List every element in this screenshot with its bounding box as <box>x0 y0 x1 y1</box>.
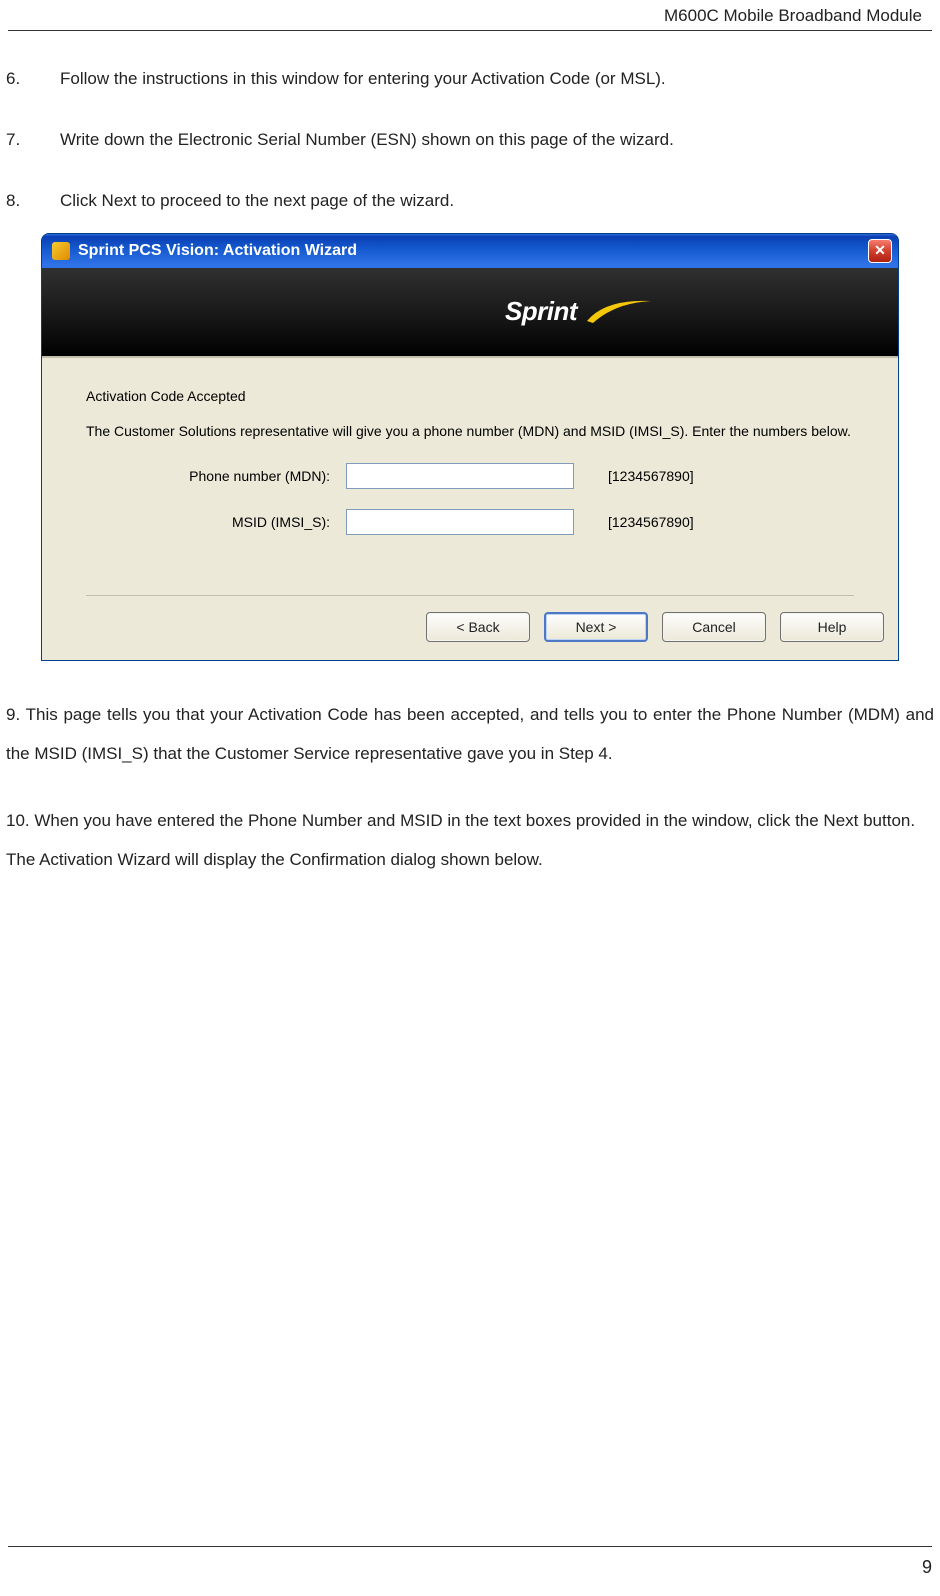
step-6: 6. Follow the instructions in this windo… <box>6 65 934 92</box>
step-text: Click Next to proceed to the next page o… <box>60 187 934 214</box>
step-number: 6. <box>6 65 60 92</box>
dialog-title: Sprint PCS Vision: Activation Wizard <box>78 242 357 260</box>
step-7: 7. Write down the Electronic Serial Numb… <box>6 126 934 153</box>
next-button[interactable]: Next > <box>544 612 648 642</box>
step-number: 7. <box>6 126 60 153</box>
step-9: 9. This page tells you that your Activat… <box>6 695 934 773</box>
cancel-button[interactable]: Cancel <box>662 612 766 642</box>
dialog-button-row: < Back Next > Cancel Help <box>42 596 898 660</box>
header-title: M600C Mobile Broadband Module <box>664 6 922 25</box>
mdn-input[interactable] <box>346 463 574 489</box>
back-button[interactable]: < Back <box>426 612 530 642</box>
step-number: 8. <box>6 187 60 214</box>
back-button-label: < Back <box>456 619 499 635</box>
msid-hint: [1234567890] <box>574 514 724 530</box>
page-number: 9 <box>922 1557 932 1577</box>
msid-label: MSID (IMSI_S): <box>86 514 346 530</box>
page-footer: 9 <box>8 1546 932 1578</box>
dialog-heading: Activation Code Accepted <box>86 388 854 404</box>
close-button[interactable]: ✕ <box>868 239 892 263</box>
page-header: M600C Mobile Broadband Module <box>8 0 932 31</box>
step-text: Write down the Electronic Serial Number … <box>60 126 934 153</box>
step-8: 8. Click Next to proceed to the next pag… <box>6 187 934 214</box>
brand-swoosh-icon <box>585 297 655 327</box>
activation-wizard-dialog: Sprint PCS Vision: Activation Wizard ✕ S… <box>41 233 899 662</box>
dialog-banner: Sprint <box>42 268 898 358</box>
cancel-button-label: Cancel <box>692 619 736 635</box>
msid-input[interactable] <box>346 509 574 535</box>
mdn-hint: [1234567890] <box>574 468 724 484</box>
field-row-mdn: Phone number (MDN): [1234567890] <box>86 463 854 489</box>
help-button-label: Help <box>818 619 847 635</box>
mdn-label: Phone number (MDN): <box>86 468 346 484</box>
close-icon: ✕ <box>874 242 886 259</box>
dialog-body: Activation Code Accepted The Customer So… <box>42 358 898 597</box>
dialog-instruction: The Customer Solutions representative wi… <box>86 422 854 442</box>
step-10: 10. When you have entered the Phone Numb… <box>6 801 934 879</box>
step-text: Follow the instructions in this window f… <box>60 65 934 92</box>
next-button-label: Next > <box>576 619 617 635</box>
brand-logo-text: Sprint <box>505 296 577 327</box>
help-button[interactable]: Help <box>780 612 884 642</box>
field-row-msid: MSID (IMSI_S): [1234567890] <box>86 509 854 535</box>
dialog-titlebar[interactable]: Sprint PCS Vision: Activation Wizard ✕ <box>42 234 898 268</box>
app-icon <box>52 242 70 260</box>
